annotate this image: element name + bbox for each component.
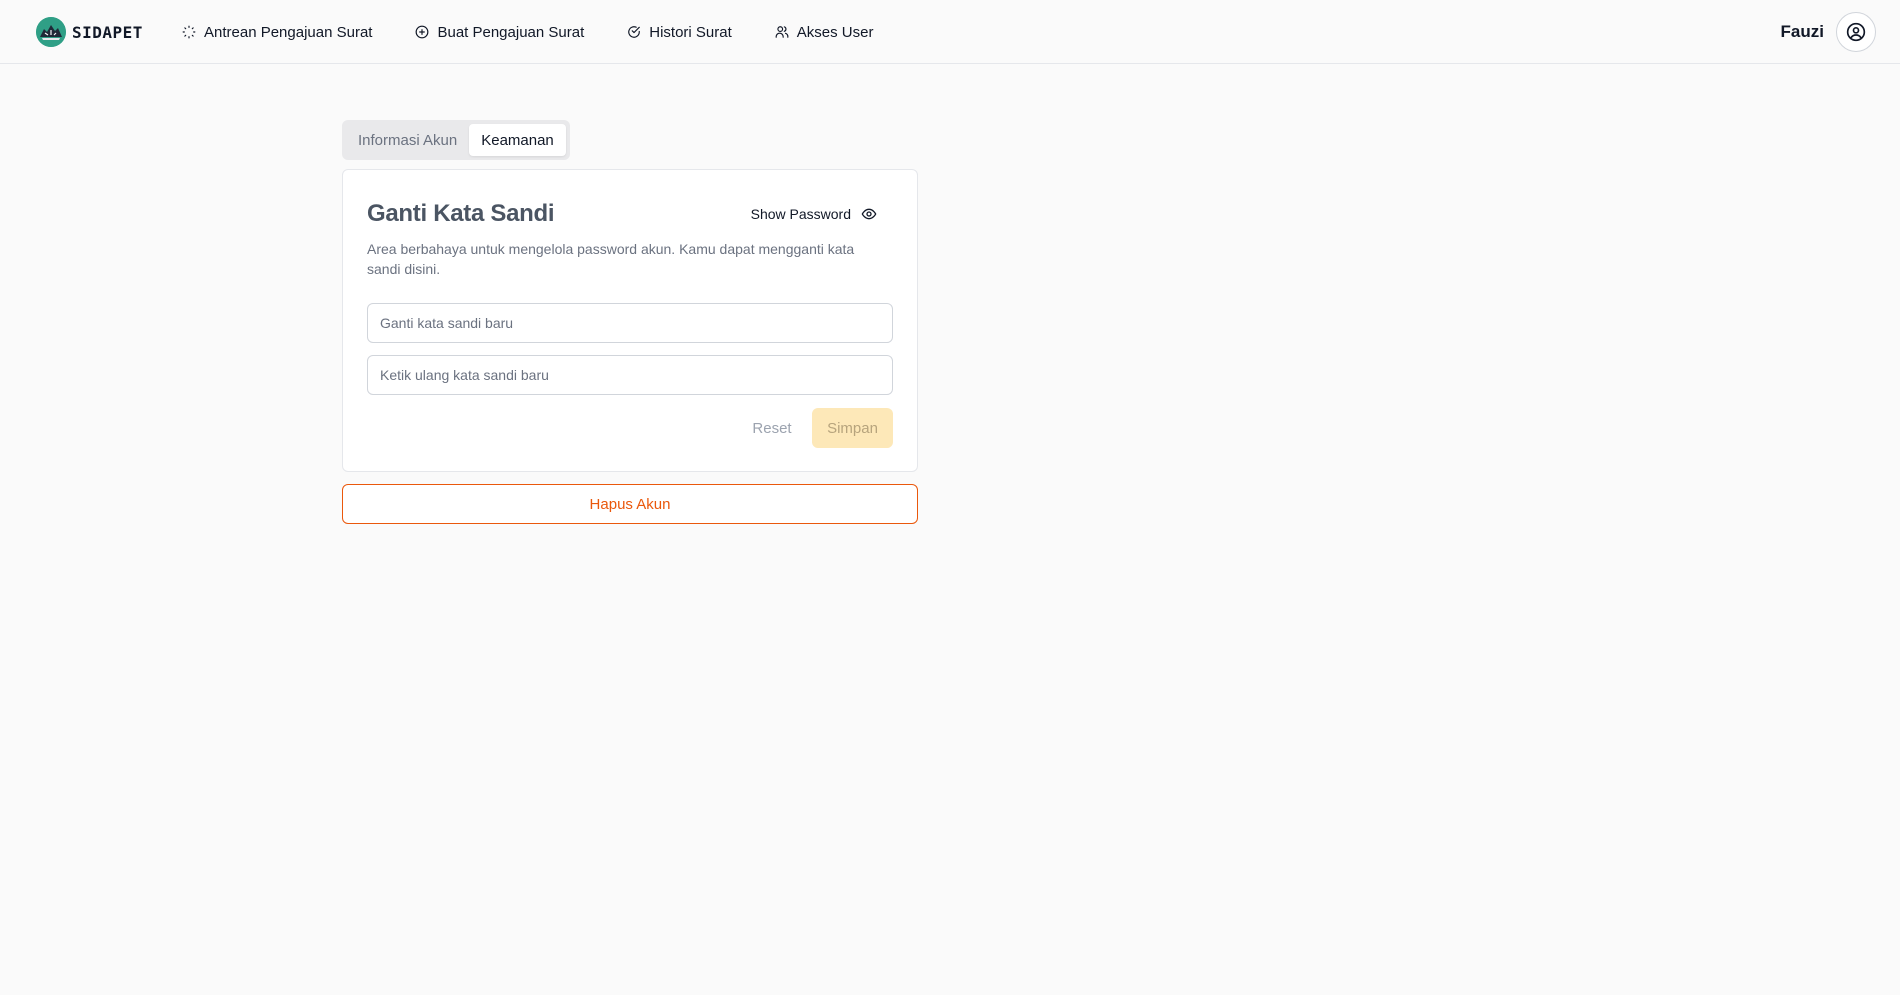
save-button[interactable]: Simpan	[812, 408, 893, 448]
user-name: Fauzi	[1780, 22, 1824, 41]
repeat-password-input[interactable]	[367, 355, 893, 395]
loader-circle-icon	[182, 25, 196, 39]
nav-item-label: Akses User	[796, 23, 874, 41]
delete-account-button[interactable]: Hapus Akun	[342, 484, 918, 524]
nav-item-akses-user[interactable]: Akses User	[775, 23, 874, 41]
eye-icon	[861, 206, 877, 222]
check-circle-icon	[627, 25, 641, 39]
main-nav: Antrean Pengajuan Surat Buat Pengajuan S…	[182, 20, 916, 44]
show-password-label: Show Password	[750, 206, 851, 222]
top-navbar: SIDAPET Antrean Pengajuan Surat Buat Pen…	[0, 0, 1900, 64]
users-icon	[775, 25, 789, 39]
tab-keamanan[interactable]: Keamanan	[469, 124, 566, 156]
tab-informasi-akun[interactable]: Informasi Akun	[346, 124, 469, 156]
user-circle-icon	[1846, 22, 1866, 42]
user-menu-button[interactable]	[1836, 12, 1876, 52]
card-title: Ganti Kata Sandi	[367, 200, 555, 227]
nav-item-buat-pengajuan-surat[interactable]: Buat Pengajuan Surat	[415, 24, 584, 41]
account-tabs: Informasi Akun Keamanan	[342, 120, 570, 160]
reset-button[interactable]: Reset	[741, 408, 803, 448]
brand-logo-icon	[36, 17, 66, 47]
user-area: Fauzi	[1781, 12, 1876, 52]
nav-item-label: Buat Pengajuan Surat	[437, 23, 585, 41]
card-description: Area berbahaya untuk mengelola password …	[367, 241, 855, 277]
plus-circle-icon	[415, 25, 429, 39]
nav-item-label: Antrean Pengajuan Surat	[204, 23, 373, 41]
change-password-card: Ganti Kata Sandi Show Password Area berb…	[342, 169, 918, 472]
new-password-input[interactable]	[367, 303, 893, 343]
brand[interactable]: SIDAPET	[36, 17, 143, 47]
nav-item-antrean-pengajuan-surat[interactable]: Antrean Pengajuan Surat	[182, 24, 372, 41]
nav-item-label: Histori Surat	[649, 23, 732, 41]
nav-item-histori-surat[interactable]: Histori Surat	[627, 24, 732, 41]
show-password-toggle[interactable]: Show Password	[751, 204, 877, 224]
brand-name: SIDAPET	[72, 22, 143, 42]
